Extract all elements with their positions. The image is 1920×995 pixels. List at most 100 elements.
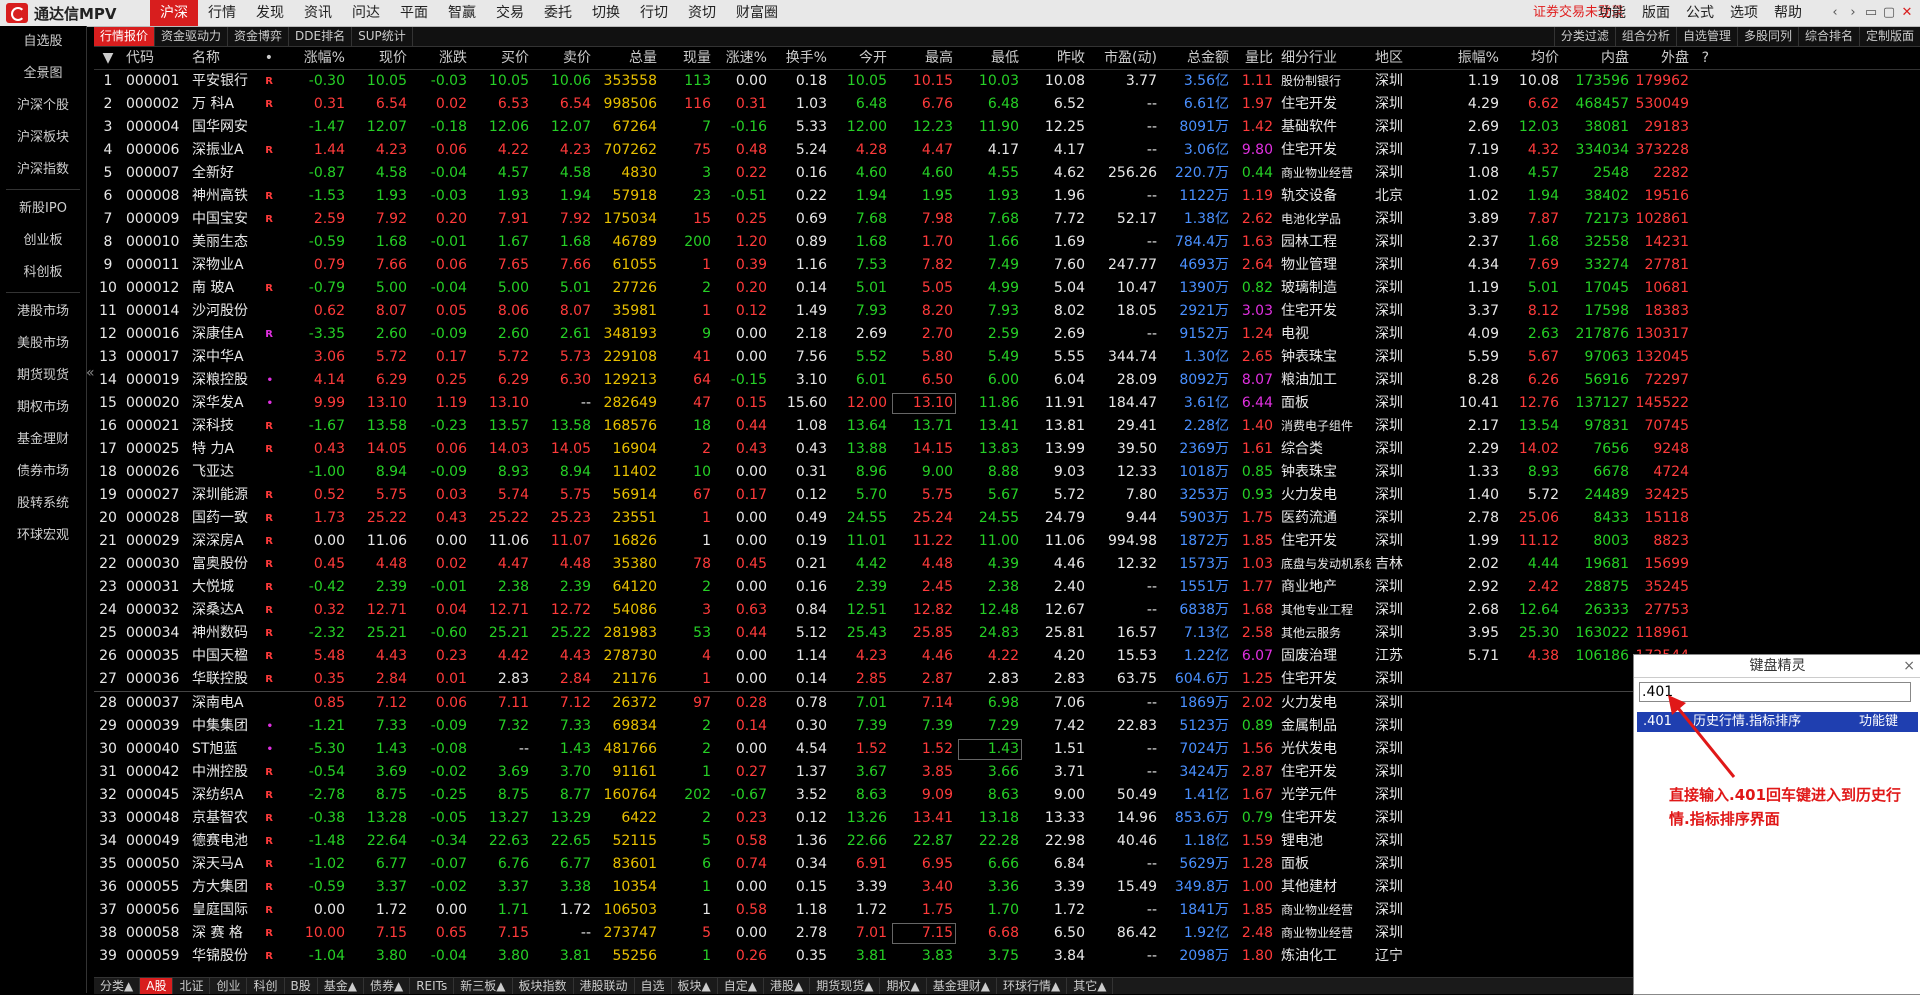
table-row[interactable]: 13 000017 深中华A 3.06 5.72 0.17 5.72 5.73 229108 41…	[94, 346, 1920, 369]
table-row[interactable]: 25 000034 神州数码 R -2.32 25.21 -0.60 25.21 25.22 28…	[94, 622, 1920, 645]
table-row[interactable]: 10 000012 南 玻A R -0.79 5.00 -0.04 5.00 5.01 27726…	[94, 277, 1920, 300]
bottom-tab[interactable]: 港股联动	[574, 978, 635, 994]
table-row[interactable]: 21 000029 深深房A R 0.00 11.06 0.00 11.06 11.07 1682…	[94, 530, 1920, 553]
view-tab-right[interactable]: 多股同列	[1736, 27, 1798, 46]
bottom-tab[interactable]: 债券▲	[364, 978, 411, 994]
back-icon[interactable]: ‹	[1826, 0, 1844, 26]
column-header[interactable]: •	[263, 47, 277, 69]
bottom-tab[interactable]: 环球行情▲	[997, 978, 1068, 994]
view-tab[interactable]: DDE排名	[289, 27, 353, 46]
sidebar-item[interactable]: 期权市场	[0, 392, 86, 424]
close-window-icon[interactable]: ✕	[1898, 0, 1916, 26]
column-header[interactable]: 涨幅%	[277, 47, 349, 69]
bottom-tab[interactable]: 分类▲	[94, 978, 141, 994]
bottom-tab[interactable]: REITs	[410, 978, 455, 994]
forward-icon[interactable]: ›	[1844, 0, 1862, 26]
sidebar-item[interactable]: 自选股	[0, 26, 86, 58]
menu-item[interactable]: 交易	[486, 0, 534, 26]
right-menu-item[interactable]: 功能	[1590, 0, 1634, 26]
table-row[interactable]: 22 000030 富奥股份 R 0.45 4.48 0.02 4.47 4.48 35380 78…	[94, 553, 1920, 576]
sidebar-item[interactable]: 期货现货	[0, 360, 86, 392]
table-row[interactable]: 9 000011 深物业A 0.79 7.66 0.06 7.65 7.66 61055 1 0.3…	[94, 254, 1920, 277]
view-tab[interactable]: 资金博弈	[228, 27, 290, 46]
menu-item[interactable]: 切换	[582, 0, 630, 26]
sidebar-item[interactable]: 创业板	[0, 225, 86, 257]
column-header[interactable]: 细分行业	[1277, 47, 1371, 69]
right-menu-item[interactable]: 公式	[1678, 0, 1722, 26]
menu-item[interactable]: 资切	[678, 0, 726, 26]
table-row[interactable]: 2 000002 万 科A R 0.31 6.54 0.02 6.53 6.54 998506 11…	[94, 93, 1920, 116]
table-row[interactable]: 4 000006 深振业A R 1.44 4.23 0.06 4.22 4.23 707262 75…	[94, 139, 1920, 162]
column-header[interactable]: 总金额	[1161, 47, 1233, 69]
table-row[interactable]: 15 000020 深华发A • 9.99 13.10 1.19 13.10 -- 282649 4…	[94, 392, 1920, 415]
table-row[interactable]: 3 000004 国华网安 -1.47 12.07 -0.18 12.06 12.07 6726…	[94, 116, 1920, 139]
sidebar-item[interactable]: 沪深指数	[0, 154, 86, 186]
menu-item[interactable]: 委托	[534, 0, 582, 26]
bottom-tab[interactable]: B股	[285, 978, 318, 994]
sidebar-item[interactable]: 全景图	[0, 58, 86, 90]
sidebar-item[interactable]: 环球宏观	[0, 520, 86, 552]
table-row[interactable]: 12 000016 深康佳A R -3.35 2.60 -0.09 2.60 2.61 34819…	[94, 323, 1920, 346]
menu-item[interactable]: 智赢	[438, 0, 486, 26]
table-row[interactable]: 11 000014 沙河股份 0.62 8.07 0.05 8.06 8.07 35981 1 0.…	[94, 300, 1920, 323]
help-icon[interactable]: ?	[1693, 47, 1713, 69]
column-header[interactable]: 总量	[595, 47, 661, 69]
bottom-tab[interactable]: 板块▲	[672, 978, 718, 994]
sidebar-item[interactable]: 债券市场	[0, 456, 86, 488]
table-row[interactable]: 24 000032 深桑达A R 0.32 12.71 0.04 12.71 12.72 5408…	[94, 599, 1920, 622]
column-header[interactable]: 均价	[1503, 47, 1563, 69]
view-tab[interactable]: 行情报价	[94, 27, 156, 46]
column-header[interactable]: 地区	[1371, 47, 1431, 69]
bottom-tab[interactable]: 创业	[210, 978, 248, 994]
bottom-tab[interactable]: 新三板▲	[454, 978, 513, 994]
column-header[interactable]: 代码	[122, 47, 188, 69]
table-row[interactable]: 8 000010 美丽生态 -0.59 1.68 -0.01 1.67 1.68 46789 20…	[94, 231, 1920, 254]
bottom-tab[interactable]: 自定▲	[718, 978, 765, 994]
bottom-tab[interactable]: 科创	[247, 978, 285, 994]
right-menu-item[interactable]: 帮助	[1766, 0, 1810, 26]
column-header[interactable]: 现量	[661, 47, 715, 69]
view-tab-right[interactable]: 组合分析	[1614, 27, 1676, 46]
column-header[interactable]: 昨收	[1023, 47, 1089, 69]
restore-icon[interactable]: ▭	[1862, 0, 1880, 26]
sidebar-item[interactable]: 科创板	[0, 257, 86, 289]
table-row[interactable]: 1 000001 平安银行 R -0.30 10.05 -0.03 10.05 10.06 353…	[94, 70, 1920, 93]
column-header[interactable]: 最高	[891, 47, 957, 69]
bottom-tab[interactable]: 期权▲	[880, 978, 927, 994]
bottom-tab[interactable]: 基金理财▲	[927, 978, 997, 994]
right-menu-item[interactable]: 版面	[1634, 0, 1678, 26]
column-header[interactable]: 今开	[831, 47, 891, 69]
table-row[interactable]: 6 000008 神州高铁 R -1.53 1.93 -0.03 1.93 1.94 57918 2…	[94, 185, 1920, 208]
menu-item[interactable]: 发现	[246, 0, 294, 26]
column-header[interactable]: 卖价	[533, 47, 595, 69]
column-header[interactable]: 买价	[471, 47, 533, 69]
menu-item[interactable]: 资讯	[294, 0, 342, 26]
view-tab-right[interactable]: 自选管理	[1675, 27, 1737, 46]
table-row[interactable]: 17 000025 特 力A R 0.43 14.05 0.06 14.03 14.05 1690…	[94, 438, 1920, 461]
menu-item[interactable]: 问达	[342, 0, 390, 26]
view-tab-right[interactable]: 分类过滤	[1553, 27, 1615, 46]
column-header[interactable]: 量比	[1233, 47, 1277, 69]
bottom-tab[interactable]: 其它▲	[1067, 978, 1114, 994]
bottom-tab[interactable]: A股	[140, 978, 174, 994]
column-header[interactable]: 涨速%	[715, 47, 771, 69]
sidebar-item[interactable]: 港股市场	[0, 296, 86, 328]
table-row[interactable]: 23 000031 大悦城 R -0.42 2.39 -0.01 2.38 2.39 64120 2…	[94, 576, 1920, 599]
column-header[interactable]: 外盘	[1633, 47, 1693, 69]
table-row[interactable]: 7 000009 中国宝安 R 2.59 7.92 0.20 7.91 7.92 175034 15…	[94, 208, 1920, 231]
table-row[interactable]: 14 000019 深粮控股 • 4.14 6.29 0.25 6.29 6.30 129213 6…	[94, 369, 1920, 392]
column-header[interactable]: 振幅%	[1431, 47, 1503, 69]
table-row[interactable]: 18 000026 飞亚达 -1.00 8.94 -0.09 8.93 8.94 11402 10…	[94, 461, 1920, 484]
menu-item[interactable]: 行切	[630, 0, 678, 26]
table-row[interactable]: 5 000007 全新好 -0.87 4.58 -0.04 4.57 4.58 4830 3 0.2…	[94, 162, 1920, 185]
close-icon[interactable]: ×	[1903, 655, 1915, 677]
sidebar-item[interactable]: 股转系统	[0, 488, 86, 520]
bottom-tab[interactable]: 港股▲	[764, 978, 811, 994]
sidebar-item[interactable]: 沪深个股	[0, 90, 86, 122]
bottom-tab[interactable]: 自选	[635, 978, 672, 994]
sidebar-item[interactable]: 新股IPO	[0, 193, 86, 225]
view-tab-right[interactable]: 定制版面	[1858, 27, 1920, 46]
view-tab[interactable]: 资金驱动力	[155, 27, 229, 46]
sidebar-item[interactable]: 美股市场	[0, 328, 86, 360]
column-header[interactable]: 名称	[188, 47, 263, 69]
